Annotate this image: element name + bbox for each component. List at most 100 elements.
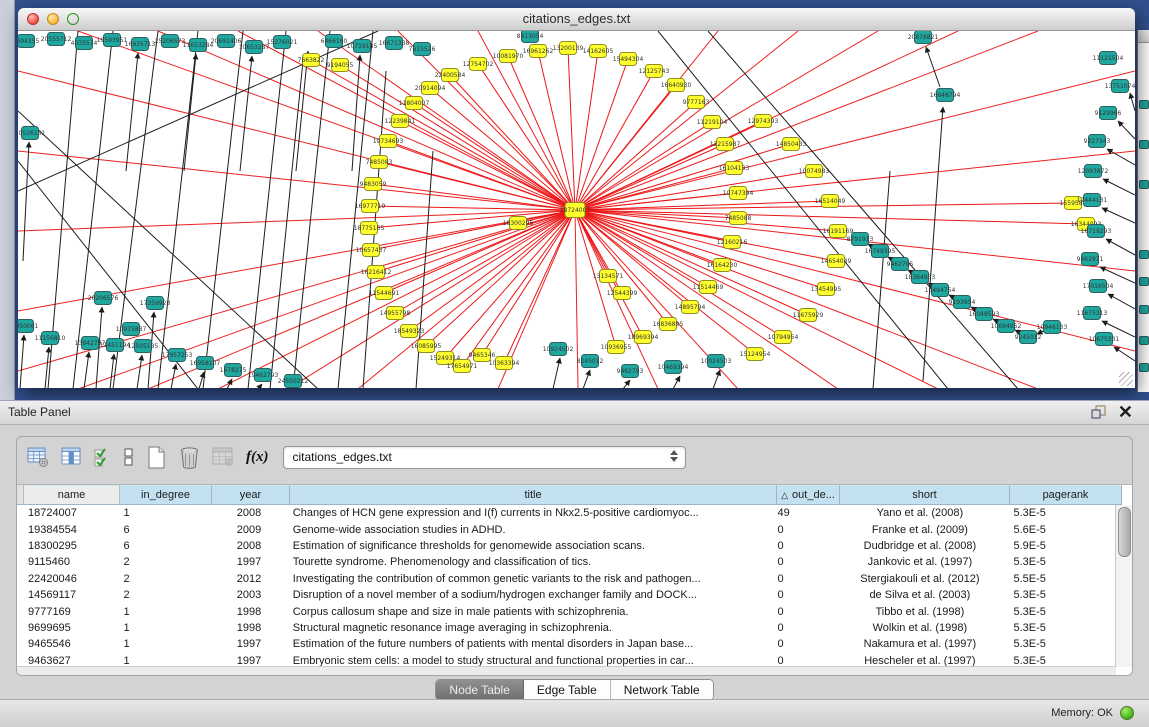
background-graph-node [1139,363,1149,372]
graph-node-label: 20914094 [415,85,446,92]
cell-short: Dudbridge et al. (2008) [835,540,1004,552]
function-builder-button[interactable]: f(x) [246,443,269,471]
cell-in_degree: 1 [119,655,211,667]
cell-pagerank: 5.9E-5 [1004,540,1116,552]
graph-node-label: 18969394 [628,334,659,341]
network-window[interactable]: citations_edges.txt 18724007209140941180… [18,8,1135,388]
minimize-window-icon[interactable] [47,13,59,25]
cell-title: Estimation of the future numbers of pati… [288,638,773,650]
graph-node-label: 13454995 [811,286,842,293]
graph-node-label: 10024503 [701,358,732,365]
cell-in_degree: 2 [119,556,211,568]
table-row[interactable]: 1872400712008Changes of HCN gene express… [17,505,1116,521]
column-header-out-de-[interactable]: △out_de... [777,485,840,505]
column-header-in-degree[interactable]: in_degree [120,485,212,505]
column-header-title[interactable]: title [290,485,777,505]
network-graph[interactable]: 1872400720914094118040071223984119734693… [18,31,1135,388]
graph-node-label: 11451194 [100,342,131,349]
graph-node-label: 10469394 [658,364,689,371]
cell-name: 18724007 [23,507,119,519]
graph-node-label: 18724007 [560,207,591,214]
tab-network-table[interactable]: Network Table [611,680,713,700]
window-resize-grip[interactable] [1119,372,1133,386]
graph-node-label: 13200139 [553,45,584,52]
graph-node-label: 10657437 [356,247,387,254]
table-row[interactable]: 1456911722003Disruption of a novel membe… [17,587,1116,603]
tab-node-table[interactable]: Node Table [436,680,524,700]
select-columns-button[interactable] [94,443,112,471]
table-selector-dropdown[interactable]: citations_edges.txt [283,446,686,469]
table-panel: Table Panel ✕ [0,400,1149,727]
graph-node-label: 7615526 [409,46,436,53]
create-column-button[interactable] [146,443,167,471]
graph-node-label: 10675331 [1089,336,1120,343]
sort-ascending-icon: △ [781,490,788,501]
graph-node-label: 19462793 [248,372,279,379]
table-row[interactable]: 911546021997Tourette syndrome. Phenomeno… [17,554,1116,570]
float-panel-icon[interactable] [1091,405,1107,420]
table-row[interactable]: 946362711997Embryonic stem cells: a mode… [17,653,1116,667]
cell-in_degree: 6 [119,540,211,552]
table-panel-title: Table Panel [0,401,1149,424]
graph-node-label: 18364953 [905,274,936,281]
graph-node-label: 10946133 [1037,324,1068,331]
column-header-short[interactable]: short [840,485,1010,505]
table-row[interactable]: 2242004622012Investigating the contribut… [17,571,1116,587]
network-canvas[interactable]: 1872400720914094118040071223984119734693… [18,31,1135,388]
close-panel-icon[interactable]: ✕ [1118,401,1133,424]
cell-pagerank: 5.3E-5 [1004,606,1116,618]
cell-title: Investigating the contribution of common… [288,573,773,585]
memory-status-label: Memory: OK [1051,707,1113,719]
cell-short: Franke et al. (2009) [835,524,1004,536]
cell-year: 1997 [210,638,288,650]
cell-in_degree: 2 [119,573,211,585]
graph-node-label: 16514049 [815,198,846,205]
cell-year: 2003 [210,589,288,601]
graph-node-label: 12215987 [710,141,741,148]
close-window-icon[interactable] [27,13,39,25]
zoom-window-icon[interactable] [67,13,79,25]
graph-node-label: 24550212 [278,378,309,385]
graph-node-label: 15276021 [267,39,298,46]
cell-pagerank: 5.3E-5 [1004,507,1116,519]
cell-out_degree: 0 [773,556,836,568]
table-panel-header[interactable]: Table Panel ✕ [0,400,1149,425]
network-window-titlebar[interactable]: citations_edges.txt [18,8,1135,31]
graph-node-label: 20206576 [88,295,119,302]
background-graph-node [1139,336,1149,345]
table-body: 1872400712008Changes of HCN gene express… [17,505,1116,667]
horizontal-scrollbar[interactable] [17,666,1116,675]
column-header-name[interactable]: name [24,485,120,505]
column-header-pagerank[interactable]: pagerank [1010,485,1122,505]
table-options-button[interactable] [27,443,50,471]
memory-status-light-icon[interactable] [1120,706,1134,720]
delete-table-button[interactable] [212,443,235,471]
graph-node-label: 13751074 [1105,83,1135,90]
table-row[interactable]: 977716911998Corpus callosum shape and si… [17,603,1116,619]
graph-node-label: 11544691 [369,290,400,297]
table-row[interactable]: 946554611997Estimation of the future num… [17,636,1116,652]
graph-node-label: 11514469 [693,284,724,291]
table-row[interactable]: 969969511998Structural magnetic resonanc… [17,620,1116,636]
column-header-year[interactable]: year [212,485,290,505]
vertical-scrollbar[interactable] [1115,505,1132,667]
cell-short: Wolkin et al. (1998) [835,622,1004,634]
row-height-button[interactable] [123,443,135,471]
graph-node-label: 11219104 [697,119,728,126]
cell-year: 1997 [210,556,288,568]
cell-title: Changes of HCN gene expression and I(f) … [288,507,773,519]
delete-column-button[interactable] [178,443,201,471]
graph-node-label: 10924502 [543,346,574,353]
column-header-label: year [240,489,261,501]
graph-node-label: 10694952 [991,323,1022,330]
table-row[interactable]: 1830029562008Estimation of significance … [17,538,1116,554]
table-toolbar: f(x) citations_edges.txt [17,437,1132,477]
background-network-window[interactable] [1137,30,1149,392]
vertical-scrollbar-thumb[interactable] [1118,507,1131,557]
show-columns-button[interactable] [61,443,83,471]
cell-in_degree: 2 [119,589,211,601]
table-row[interactable]: 1938455462009Genome-wide association stu… [17,521,1116,537]
graph-node-label: 16640930 [661,82,692,89]
graph-node-label: 14895794 [675,304,706,311]
tab-edge-table[interactable]: Edge Table [524,680,611,700]
